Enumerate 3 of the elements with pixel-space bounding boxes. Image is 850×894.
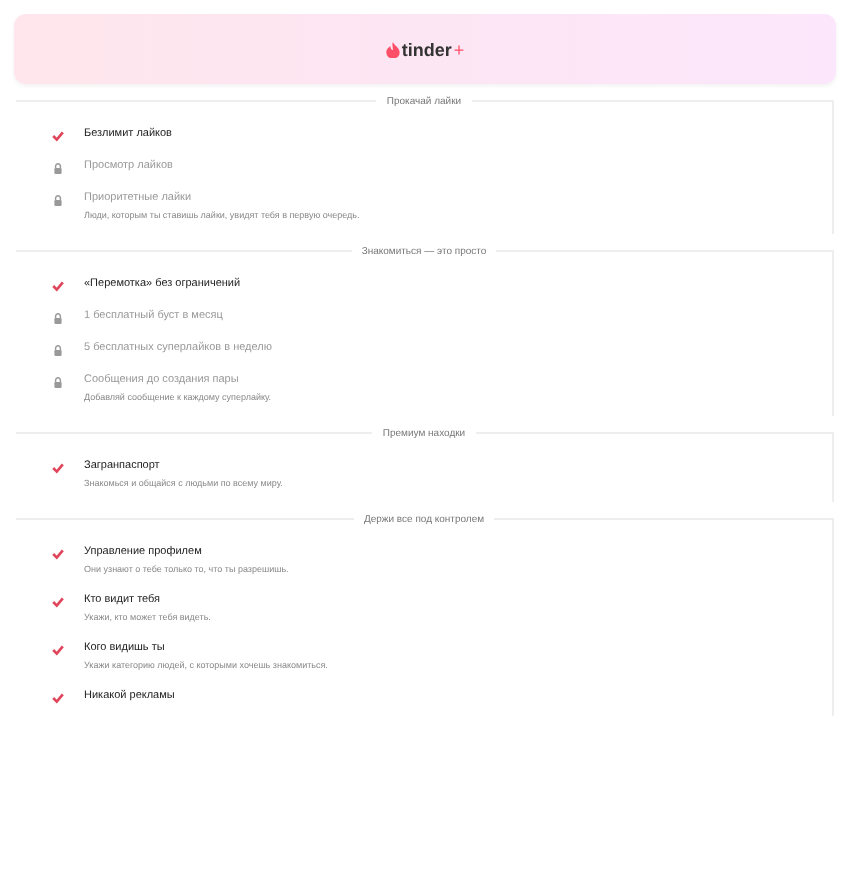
logo-text: tinder [401, 39, 452, 59]
logo-plus: + [453, 39, 465, 59]
flame-icon [385, 41, 400, 57]
